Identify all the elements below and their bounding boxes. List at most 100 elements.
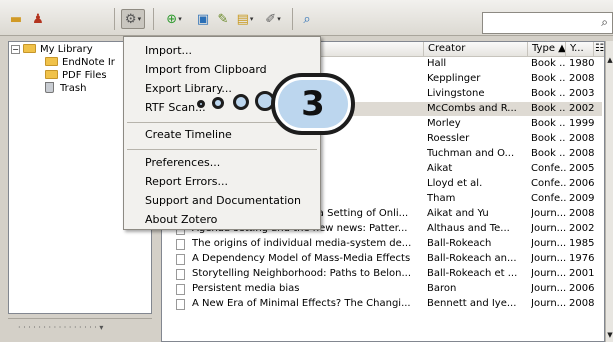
- menu-item-import[interactable]: Import...: [124, 41, 320, 60]
- new-item-icon[interactable]: ⊕ ▾: [162, 9, 186, 29]
- cell-type: Book ...: [531, 103, 566, 114]
- tag-selector-bar[interactable]: · · · · · · · · · · · · · · · · ▾: [8, 318, 152, 338]
- table-row[interactable]: Storytelling Neighborhood: Paths to Belo…: [162, 267, 602, 281]
- column-header-type[interactable]: Type ▲: [528, 42, 566, 57]
- cell-creator: Aikat and Yu: [427, 208, 489, 219]
- cell-title: A New Era of Minimal Effects? The Changi…: [192, 298, 411, 309]
- cell-type: Book ...: [531, 148, 566, 159]
- menu-item-preferences[interactable]: Preferences...: [124, 153, 320, 172]
- cell-title: The origins of individual media-system d…: [192, 238, 412, 249]
- actions-gear-icon[interactable]: ⚙ ▾: [121, 9, 145, 29]
- cell-type: Confe...: [531, 163, 566, 174]
- folder-icon: [45, 70, 58, 79]
- cell-year: 2008: [569, 298, 595, 309]
- cell-creator: Aikat: [427, 163, 453, 174]
- tree-item-label: My Library: [40, 44, 93, 55]
- locate-icon[interactable]: ⌕: [297, 9, 317, 29]
- new-note-icon[interactable]: ✎: [213, 9, 233, 29]
- cell-creator: Ball-Rokeach an...: [427, 253, 517, 264]
- column-header-year[interactable]: Y...: [566, 42, 594, 57]
- add-by-identifier-icon[interactable]: ▣: [193, 9, 213, 29]
- cell-type: Journ...: [531, 208, 566, 219]
- cell-type: Book ...: [531, 73, 566, 84]
- cell-creator: Ball-Rokeach et ...: [427, 268, 518, 279]
- new-group-icon[interactable]: ♟: [28, 9, 48, 29]
- trash-icon: [45, 82, 54, 93]
- column-header-creator[interactable]: Creator: [424, 42, 528, 57]
- cell-year: 2008: [569, 73, 595, 84]
- table-row[interactable]: A Dependency Model of Mass-Media Effects…: [162, 252, 602, 266]
- tree-item-label: EndNote Ir: [62, 57, 115, 68]
- paperclip-icon[interactable]: ✐ ▾: [261, 9, 285, 29]
- callout-trail-dot: [197, 100, 205, 108]
- tree-item-label: PDF Files: [62, 70, 107, 81]
- cell-type: Book ...: [531, 58, 566, 69]
- table-row[interactable]: The origins of individual media-system d…: [162, 237, 602, 251]
- callout-step-number: 3: [301, 84, 325, 124]
- cell-year: 2009: [569, 193, 595, 204]
- cell-creator: Baron: [427, 283, 457, 294]
- table-row[interactable]: A New Era of Minimal Effects? The Changi…: [162, 297, 602, 311]
- cell-year: 1999: [569, 118, 595, 129]
- cell-title: Persistent media bias: [192, 283, 300, 294]
- menu-separator: [127, 149, 317, 150]
- scroll-down-arrow-icon[interactable]: ▼: [606, 331, 613, 339]
- document-icon: [176, 239, 185, 250]
- cell-year: 2008: [569, 208, 595, 219]
- menu-item-report-errors[interactable]: Report Errors...: [124, 172, 320, 191]
- items-scrollbar[interactable]: ▲ ▼: [605, 41, 613, 342]
- cell-creator: Kepplinger: [427, 73, 481, 84]
- cell-year: 1985: [569, 238, 595, 249]
- cell-creator: Althaus and Te...: [427, 223, 510, 234]
- cell-year: 2001: [569, 268, 595, 279]
- document-icon: [176, 284, 185, 295]
- cell-creator: Lloyd et al.: [427, 178, 483, 189]
- cell-year: 2003: [569, 88, 595, 99]
- cell-creator: Livingstone: [427, 88, 485, 99]
- cell-title: A Dependency Model of Mass-Media Effects: [192, 253, 411, 264]
- cell-type: Journ...: [531, 238, 566, 249]
- library-folder-icon: [23, 44, 36, 53]
- cell-type: Journ...: [531, 298, 566, 309]
- cell-year: 2002: [569, 223, 595, 234]
- cell-creator: McCombs and R...: [427, 103, 517, 114]
- toolbar-separator: [153, 8, 154, 30]
- cell-year: 1976: [569, 253, 595, 264]
- cell-creator: Tham: [427, 193, 456, 204]
- cell-creator: Tuchman and O...: [427, 148, 515, 159]
- cell-year: 2002: [569, 103, 595, 114]
- callout-trail-dot: [212, 97, 224, 109]
- cell-type: Confe...: [531, 178, 566, 189]
- cell-creator: Ball-Rokeach: [427, 238, 492, 249]
- table-row[interactable]: Persistent media bias Baron Journ... 2006: [162, 282, 602, 296]
- cell-type: Journ...: [531, 283, 566, 294]
- toolbar-separator: [114, 8, 115, 30]
- cell-creator: Bennett and Iye...: [427, 298, 517, 309]
- cell-year: 2006: [569, 178, 595, 189]
- cell-year: 2008: [569, 148, 595, 159]
- cell-type: Journ...: [531, 268, 566, 279]
- callout-trail-dot: [233, 94, 249, 110]
- cell-creator: Roessler: [427, 133, 470, 144]
- scroll-up-arrow-icon[interactable]: ▲: [606, 56, 613, 64]
- cell-year: 1980: [569, 58, 595, 69]
- search-icon: ⌕: [601, 15, 608, 29]
- cell-type: Confe...: [531, 193, 566, 204]
- cell-creator: Morley: [427, 118, 461, 129]
- cell-type: Book ...: [531, 133, 566, 144]
- cell-type: Book ...: [531, 88, 566, 99]
- menu-item-support-docs[interactable]: Support and Documentation: [124, 191, 320, 210]
- column-picker-icon[interactable]: ☷: [594, 42, 604, 57]
- document-icon: [176, 299, 185, 310]
- tree-item-label: Trash: [60, 83, 87, 94]
- column-header-type-label: Type: [532, 43, 555, 54]
- cell-title: Storytelling Neighborhood: Paths to Belo…: [192, 268, 412, 279]
- cell-year: 2005: [569, 163, 595, 174]
- new-collection-icon[interactable]: ▬: [6, 9, 26, 29]
- cell-type: Journ...: [531, 253, 566, 264]
- menu-item-about-zotero[interactable]: About Zotero: [124, 210, 320, 229]
- toolbar: ▬ ♟ ⚙ ▾ ⊕ ▾ ▣ ✎ ▤ ▾ ✐ ▾ ⌕ ⌕: [0, 0, 613, 36]
- collapse-toggle[interactable]: −: [11, 45, 20, 54]
- attachment-icon[interactable]: ▤ ▾: [233, 9, 257, 29]
- search-field[interactable]: ⌕: [482, 12, 613, 34]
